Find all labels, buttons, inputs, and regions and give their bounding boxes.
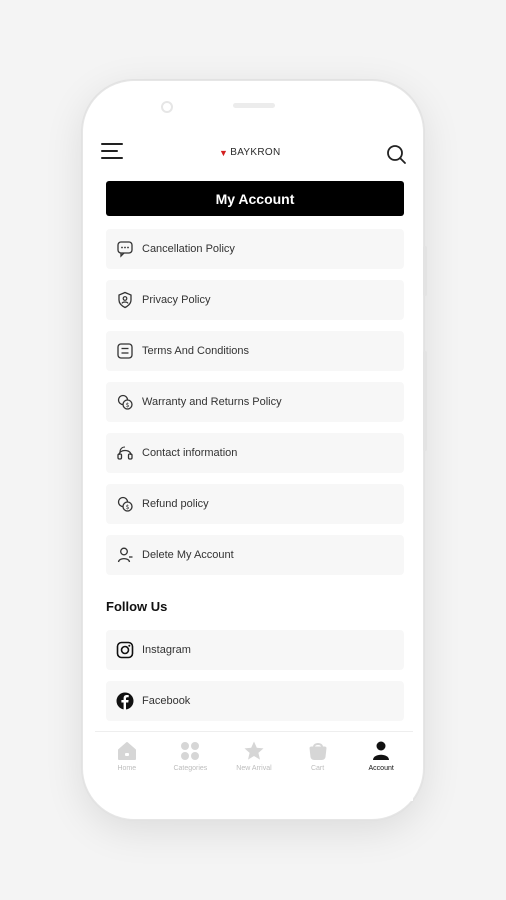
menu-item-delete-my-account[interactable]: Delete My Account [106,535,404,575]
power-button [423,351,427,451]
social-item-label: Instagram [142,644,191,656]
chat-bubble-icon [117,241,133,258]
user-remove-icon [117,547,133,563]
menu-item-label: Delete My Account [142,549,234,561]
menu-item-label: Warranty and Returns Policy [142,396,282,408]
menu-item-privacy-policy[interactable]: Privacy Policy [106,280,404,320]
nav-label: Cart [310,765,325,772]
menu-item-terms-and-conditions[interactable]: Terms And Conditions [106,331,404,371]
social-item-facebook[interactable]: Facebook [106,681,404,721]
coins-icon: $ [117,394,133,410]
svg-text:$: $ [126,504,130,511]
home-icon [117,742,136,760]
account-menu: Cancellation Policy Privacy Policy Terms… [106,229,404,586]
hamburger-menu-icon[interactable] [101,143,123,161]
nav-label: New Arrival [236,765,272,772]
menu-item-label: Privacy Policy [142,294,211,306]
star-icon [244,741,264,760]
social-item-label: Facebook [142,695,191,707]
app-screen: ▼ BAYKRON My Account Cancellation Policy [95,125,413,801]
brand-name: BAYKRON [230,147,281,158]
volume-button [423,246,427,296]
shield-user-icon [118,291,132,309]
top-bar: ▼ BAYKRON [95,125,413,177]
nav-label: Home [117,765,137,772]
social-item-instagram[interactable]: Instagram [106,630,404,670]
nav-categories[interactable]: Categories [161,740,219,772]
user-icon [373,741,390,760]
follow-us-heading: Follow Us [106,599,168,614]
document-list-icon [117,343,133,359]
bottom-navigation: Home Categories New Arrival Cart Account [95,731,413,801]
grid-icon [181,742,200,760]
menu-item-cancellation-policy[interactable]: Cancellation Policy [106,229,404,269]
menu-item-label: Refund policy [142,498,209,510]
nav-label: Categories [173,765,208,772]
earpiece-speaker [233,103,275,108]
menu-item-label: Contact information [142,447,238,459]
nav-cart[interactable]: Cart [289,740,347,772]
headset-icon [117,446,133,460]
menu-item-label: Terms And Conditions [142,345,249,357]
menu-item-label: Cancellation Policy [142,243,235,255]
coins-icon: $ [117,496,133,512]
brand-logo[interactable]: ▼ BAYKRON [219,147,280,158]
phone-frame: ▼ BAYKRON My Account Cancellation Policy [82,80,427,820]
menu-item-contact-information[interactable]: Contact information [106,433,404,473]
instagram-icon [116,641,134,659]
menu-item-warranty-and-returns-policy[interactable]: $ Warranty and Returns Policy [106,382,404,422]
search-icon[interactable] [385,143,407,165]
menu-item-refund-policy[interactable]: $ Refund policy [106,484,404,524]
page-title: My Account [106,181,404,216]
facebook-icon [116,692,134,710]
nav-label: Account [368,765,394,772]
front-camera [161,101,173,113]
nav-new-arrival[interactable]: New Arrival [225,740,283,772]
bag-icon [309,743,327,760]
nav-home[interactable]: Home [98,740,156,772]
social-links: Instagram Facebook [106,630,404,732]
nav-account[interactable]: Account [352,740,410,772]
svg-text:$: $ [126,402,130,409]
